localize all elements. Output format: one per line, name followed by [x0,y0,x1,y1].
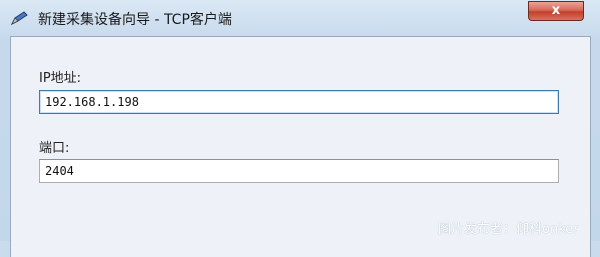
ip-address-input[interactable]: 192.168.1.198 [39,90,559,114]
title-bar[interactable]: 新建采集设备向导 - TCP客户端 x [0,0,600,36]
port-input[interactable]: 2404 [39,159,559,183]
wizard-window: 新建采集设备向导 - TCP客户端 x IP地址: 192.168.1.198 … [0,0,600,257]
wizard-pencil-icon [11,11,28,25]
window-title: 新建采集设备向导 - TCP客户端 [38,12,232,28]
ip-address-label: IP地址: [39,71,82,86]
close-icon: x [551,3,561,18]
watermark: 图片发布者：仰科onker [438,222,579,237]
close-button[interactable]: x [528,1,584,21]
port-label: 端口: [39,141,70,156]
